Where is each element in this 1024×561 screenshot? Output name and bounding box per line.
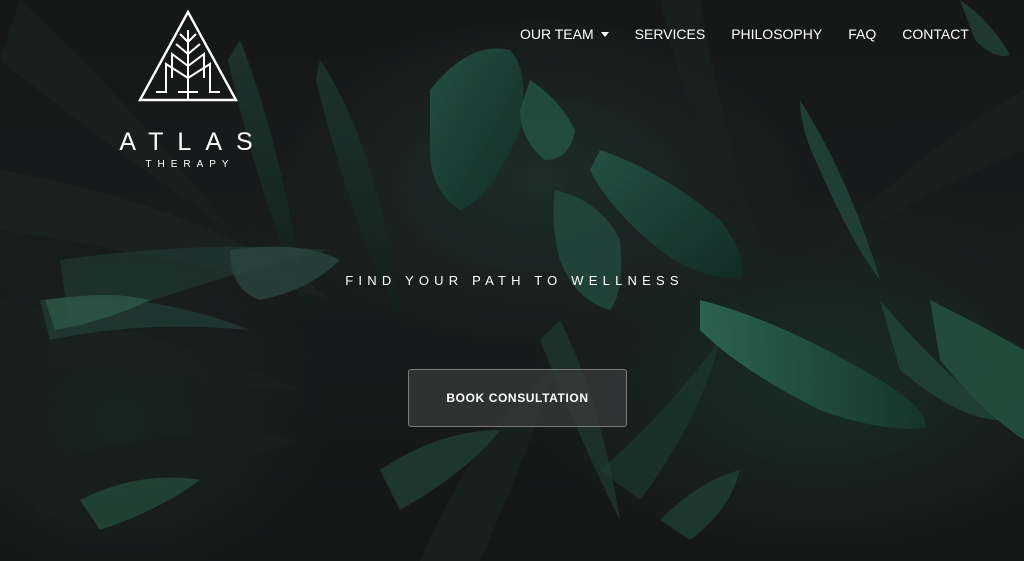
brand-name: ATLAS	[119, 128, 267, 156]
site-logo[interactable]: ATLAS THERAPY	[104, 8, 272, 174]
hero-tagline: FIND YOUR PATH TO WELLNESS	[345, 273, 684, 288]
main-nav: OUR TEAM SERVICES PHILOSOPHY FAQ CONTACT	[520, 24, 969, 44]
nav-item-label: FAQ	[848, 26, 877, 42]
nav-item-services[interactable]: SERVICES	[635, 26, 706, 42]
hero-section: ATLAS THERAPY OUR TEAM SERVICES PHILOSOP…	[0, 0, 1024, 561]
nav-item-label: OUR TEAM	[520, 26, 594, 42]
nav-item-philosophy[interactable]: PHILOSOPHY	[731, 26, 822, 42]
tree-triangle-icon	[137, 9, 239, 102]
brand-subtitle: THERAPY	[145, 159, 235, 170]
chevron-down-icon	[600, 32, 609, 37]
nav-item-contact[interactable]: CONTACT	[902, 26, 969, 42]
nav-item-label: CONTACT	[902, 26, 969, 42]
book-consultation-button[interactable]: BOOK CONSULTATION	[408, 369, 627, 427]
nav-item-label: SERVICES	[634, 26, 706, 42]
nav-item-faq[interactable]: FAQ	[848, 26, 876, 42]
nav-item-label: PHILOSOPHY	[731, 26, 823, 42]
nav-item-our-team[interactable]: OUR TEAM	[520, 26, 609, 42]
